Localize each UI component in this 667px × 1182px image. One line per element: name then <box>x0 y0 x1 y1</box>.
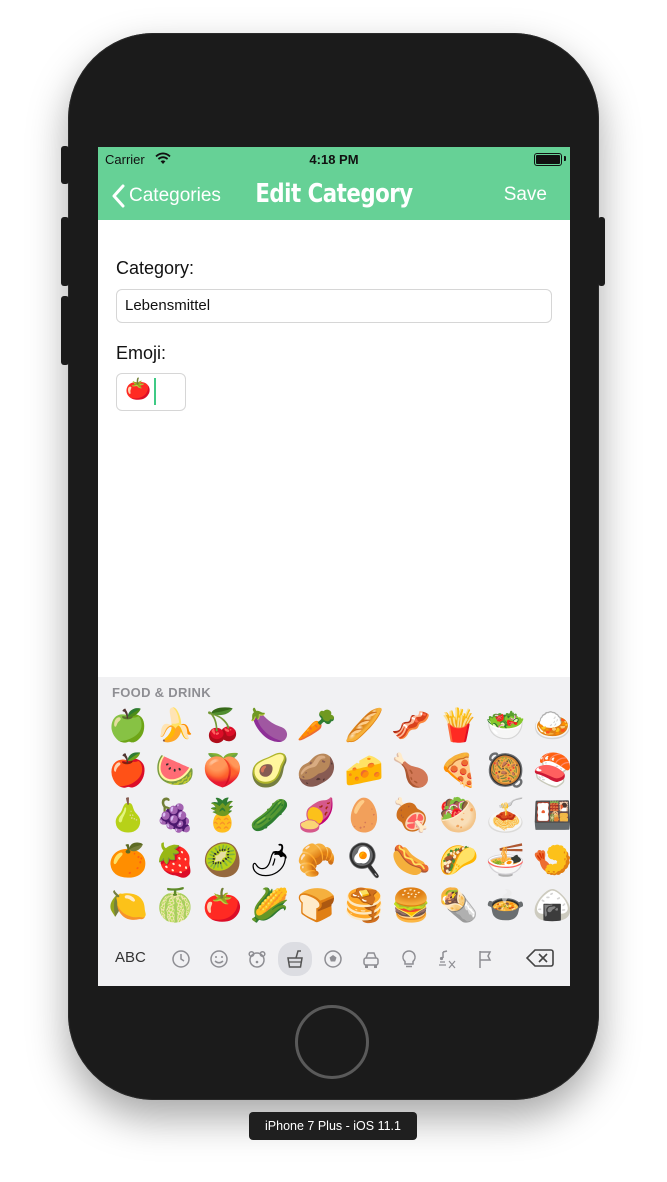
emoji-key[interactable]: 🌯 <box>436 883 480 927</box>
volume-up-button <box>61 217 69 286</box>
emoji-key[interactable]: 🍆 <box>248 703 292 747</box>
car-icon[interactable] <box>356 945 386 973</box>
abc-button[interactable]: ABC <box>115 949 146 966</box>
emoji-key[interactable]: 🍖 <box>389 793 433 837</box>
emoji-key[interactable]: 🥔 <box>295 748 339 792</box>
emoji-keyboard: FOOD & DRINK 🍏 🍌 🍒 🍆 🥕 🥖 🥓 🍟 🥗 🍛 🍎 🍉 🍑 🥑 🥔 🧀 🍗 🍕 🥘 🍣 🍐 🍇 🍍 🥒 🍠 🥚 🍖… <box>98 677 570 986</box>
emoji-key[interactable]: 🍋 <box>106 883 150 927</box>
device-label: iPhone 7 Plus - iOS 11.1 <box>249 1112 417 1140</box>
emoji-key[interactable]: 🍳 <box>342 838 386 882</box>
emoji-key[interactable]: 🥝 <box>200 838 244 882</box>
emoji-key[interactable]: 🥖 <box>342 703 386 747</box>
lightbulb-icon[interactable] <box>394 945 424 973</box>
volume-down-button <box>61 296 69 365</box>
page-title: Edit Category <box>255 179 413 209</box>
home-button[interactable] <box>295 1005 369 1079</box>
emoji-key[interactable]: 🌶 <box>248 838 292 882</box>
emoji-key[interactable]: 🍱 <box>531 793 570 837</box>
emoji-key[interactable]: 🍝 <box>484 793 528 837</box>
status-bar: Carrier 4:18 PM <box>98 147 570 171</box>
emoji-key[interactable]: 🍉 <box>153 748 197 792</box>
status-time: 4:18 PM <box>309 152 359 167</box>
emoji-key[interactable]: 🧀 <box>342 748 386 792</box>
emoji-key[interactable]: 🥚 <box>342 793 386 837</box>
navigation-bar: Categories Edit Category Save <box>98 171 570 220</box>
emoji-key[interactable]: 🍕 <box>436 748 480 792</box>
emoji-key[interactable]: 🍞 <box>295 883 339 927</box>
keyboard-toolbar: ABC <box>98 937 570 977</box>
emoji-grid: 🍏 🍌 🍒 🍆 🥕 🥖 🥓 🍟 🥗 🍛 🍎 🍉 🍑 🥑 🥔 🧀 🍗 🍕 🥘 🍣 🍐 🍇 🍍 🥒 🍠 🥚 🍖 🥙 🍝 🍱 🍊 🍓 🥝 🌶 🥐 🍳 🌭 🌮 🍜 🍤… <box>106 703 570 928</box>
emoji-key[interactable]: 🍇 <box>153 793 197 837</box>
emoji-key[interactable]: 🥞 <box>342 883 386 927</box>
power-button <box>598 217 605 286</box>
category-field-value: Lebensmittel <box>125 297 211 314</box>
emoji-key[interactable]: 🥓 <box>389 703 433 747</box>
emoji-key[interactable]: 🍏 <box>106 703 150 747</box>
emoji-key[interactable]: 🍛 <box>531 703 570 747</box>
emoji-key[interactable]: 🍠 <box>295 793 339 837</box>
emoji-key[interactable]: 🌽 <box>248 883 292 927</box>
mute-switch <box>61 146 69 184</box>
save-button[interactable]: Save <box>504 184 547 206</box>
emoji-key[interactable]: 🍗 <box>389 748 433 792</box>
emoji-key[interactable]: 🍅 <box>200 883 244 927</box>
emoji-key[interactable]: 🍐 <box>106 793 150 837</box>
emoji-key[interactable]: 🥕 <box>295 703 339 747</box>
emoji-key[interactable]: 🍙 <box>531 883 570 927</box>
battery-icon <box>534 153 562 166</box>
emoji-label: Emoji: <box>116 343 167 363</box>
text-caret <box>154 378 156 405</box>
flag-icon[interactable] <box>470 945 500 973</box>
category-label: Category: <box>116 258 195 278</box>
battery-cap <box>564 156 566 161</box>
emoji-field-value: 🍅 <box>125 378 152 401</box>
emoji-key[interactable]: 🍎 <box>106 748 150 792</box>
screen: Carrier 4:18 PM Categories Edit Category… <box>98 147 570 986</box>
emoji-key[interactable]: 🥘 <box>484 748 528 792</box>
emoji-key[interactable]: 🥒 <box>248 793 292 837</box>
emoji-key[interactable]: 🥙 <box>436 793 480 837</box>
emoji-key[interactable]: 🍒 <box>200 703 244 747</box>
animal-icon[interactable] <box>242 945 272 973</box>
chevron-left-icon <box>112 184 125 208</box>
emoji-key[interactable]: 🍈 <box>153 883 197 927</box>
emoji-key[interactable]: 🍓 <box>153 838 197 882</box>
food-icon[interactable] <box>278 942 312 976</box>
clock-icon[interactable] <box>166 945 196 973</box>
emoji-key[interactable]: 🥑 <box>248 748 292 792</box>
emoji-key[interactable]: 🍔 <box>389 883 433 927</box>
emoji-key[interactable]: 🍌 <box>153 703 197 747</box>
symbols-icon[interactable] <box>432 945 462 973</box>
emoji-key[interactable]: 🍣 <box>531 748 570 792</box>
ball-icon[interactable] <box>318 945 348 973</box>
delete-backspace-icon[interactable] <box>525 948 554 973</box>
emoji-key[interactable]: 🍲 <box>484 883 528 927</box>
emoji-key[interactable]: 🍊 <box>106 838 150 882</box>
emoji-key[interactable]: 🍜 <box>484 838 528 882</box>
emoji-key[interactable]: 🍟 <box>436 703 480 747</box>
emoji-key[interactable]: 🍤 <box>531 838 570 882</box>
smiley-icon[interactable] <box>204 945 234 973</box>
emoji-key[interactable]: 🍑 <box>200 748 244 792</box>
emoji-field[interactable]: 🍅 <box>116 373 186 411</box>
keyboard-section-title: FOOD & DRINK <box>112 685 211 700</box>
emoji-key[interactable]: 🥗 <box>484 703 528 747</box>
emoji-key[interactable]: 🌭 <box>389 838 433 882</box>
emoji-key[interactable]: 🌮 <box>436 838 480 882</box>
category-field[interactable]: Lebensmittel <box>116 289 552 323</box>
emoji-key[interactable]: 🥐 <box>295 838 339 882</box>
emoji-key[interactable]: 🍍 <box>200 793 244 837</box>
